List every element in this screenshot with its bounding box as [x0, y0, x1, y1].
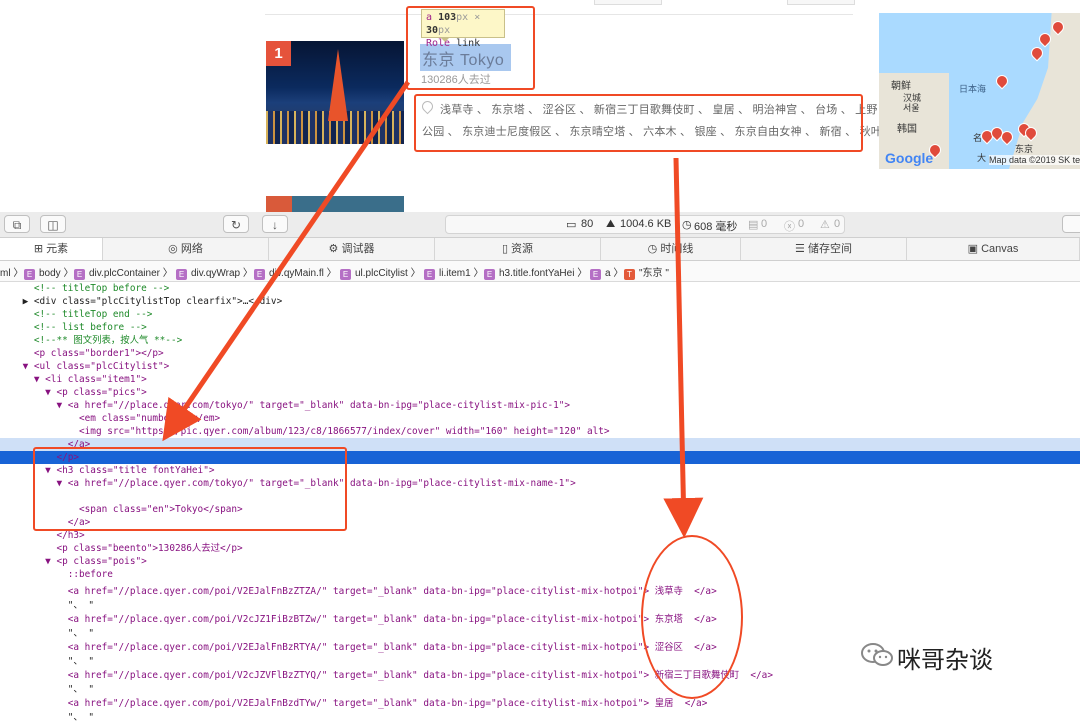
arrow-to-code	[162, 80, 411, 442]
dom-line[interactable]: "、 "	[0, 711, 94, 724]
wechat-icon	[861, 643, 893, 666]
watermark: 咪哥杂谈	[897, 647, 993, 674]
arrow-to-pois	[663, 157, 704, 538]
annotation-arrows	[162, 80, 704, 538]
